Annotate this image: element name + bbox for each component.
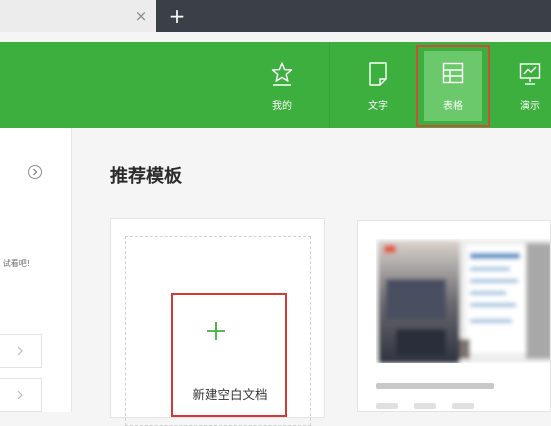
browser-tab-bar: × +	[0, 0, 551, 32]
sidebar-list-item[interactable]	[0, 378, 42, 412]
chevron-right-icon	[33, 168, 38, 176]
nav-divider	[329, 42, 330, 128]
nav-slides-label: 演示	[520, 101, 540, 112]
nav-sheet-label: 表格	[443, 101, 463, 112]
table-icon	[442, 62, 464, 84]
new-blank-document-label[interactable]: 新建空白文档	[172, 384, 288, 403]
nav-mine[interactable]: 我的	[254, 42, 310, 128]
template-tag-placeholder	[376, 403, 398, 409]
sidebar-list-item[interactable]	[0, 334, 42, 368]
template-tag-placeholder	[452, 403, 474, 409]
sidebar-hint-text: 试看吧!	[2, 259, 30, 268]
template-thumbnail	[376, 239, 550, 363]
template-preview-image	[376, 239, 550, 363]
nav-mine-label: 我的	[272, 101, 292, 112]
presentation-icon	[519, 63, 541, 85]
nav-sheet[interactable]: 表格	[425, 42, 481, 128]
nav-doc[interactable]: 文字	[350, 42, 406, 128]
star-icon	[271, 62, 293, 86]
nav-slides[interactable]: 演示	[502, 42, 551, 128]
left-sidebar: 试看吧!	[0, 128, 72, 412]
app-header: 我的 文字 表格 演示	[0, 42, 551, 128]
close-tab-button[interactable]: ×	[133, 8, 149, 24]
collapse-sidebar-button[interactable]	[28, 165, 42, 179]
template-tag-placeholder	[414, 403, 436, 409]
chevron-right-icon	[17, 346, 23, 356]
nav-doc-label: 文字	[368, 101, 388, 112]
new-tab-button[interactable]: +	[166, 5, 188, 27]
template-title-placeholder	[376, 383, 494, 389]
chevron-right-icon	[17, 390, 23, 400]
browser-tab[interactable]: ×	[0, 0, 156, 32]
plus-icon[interactable]	[205, 320, 227, 342]
template-card[interactable]	[357, 220, 551, 412]
section-title: 推荐模板	[110, 166, 182, 187]
document-icon	[369, 62, 387, 86]
